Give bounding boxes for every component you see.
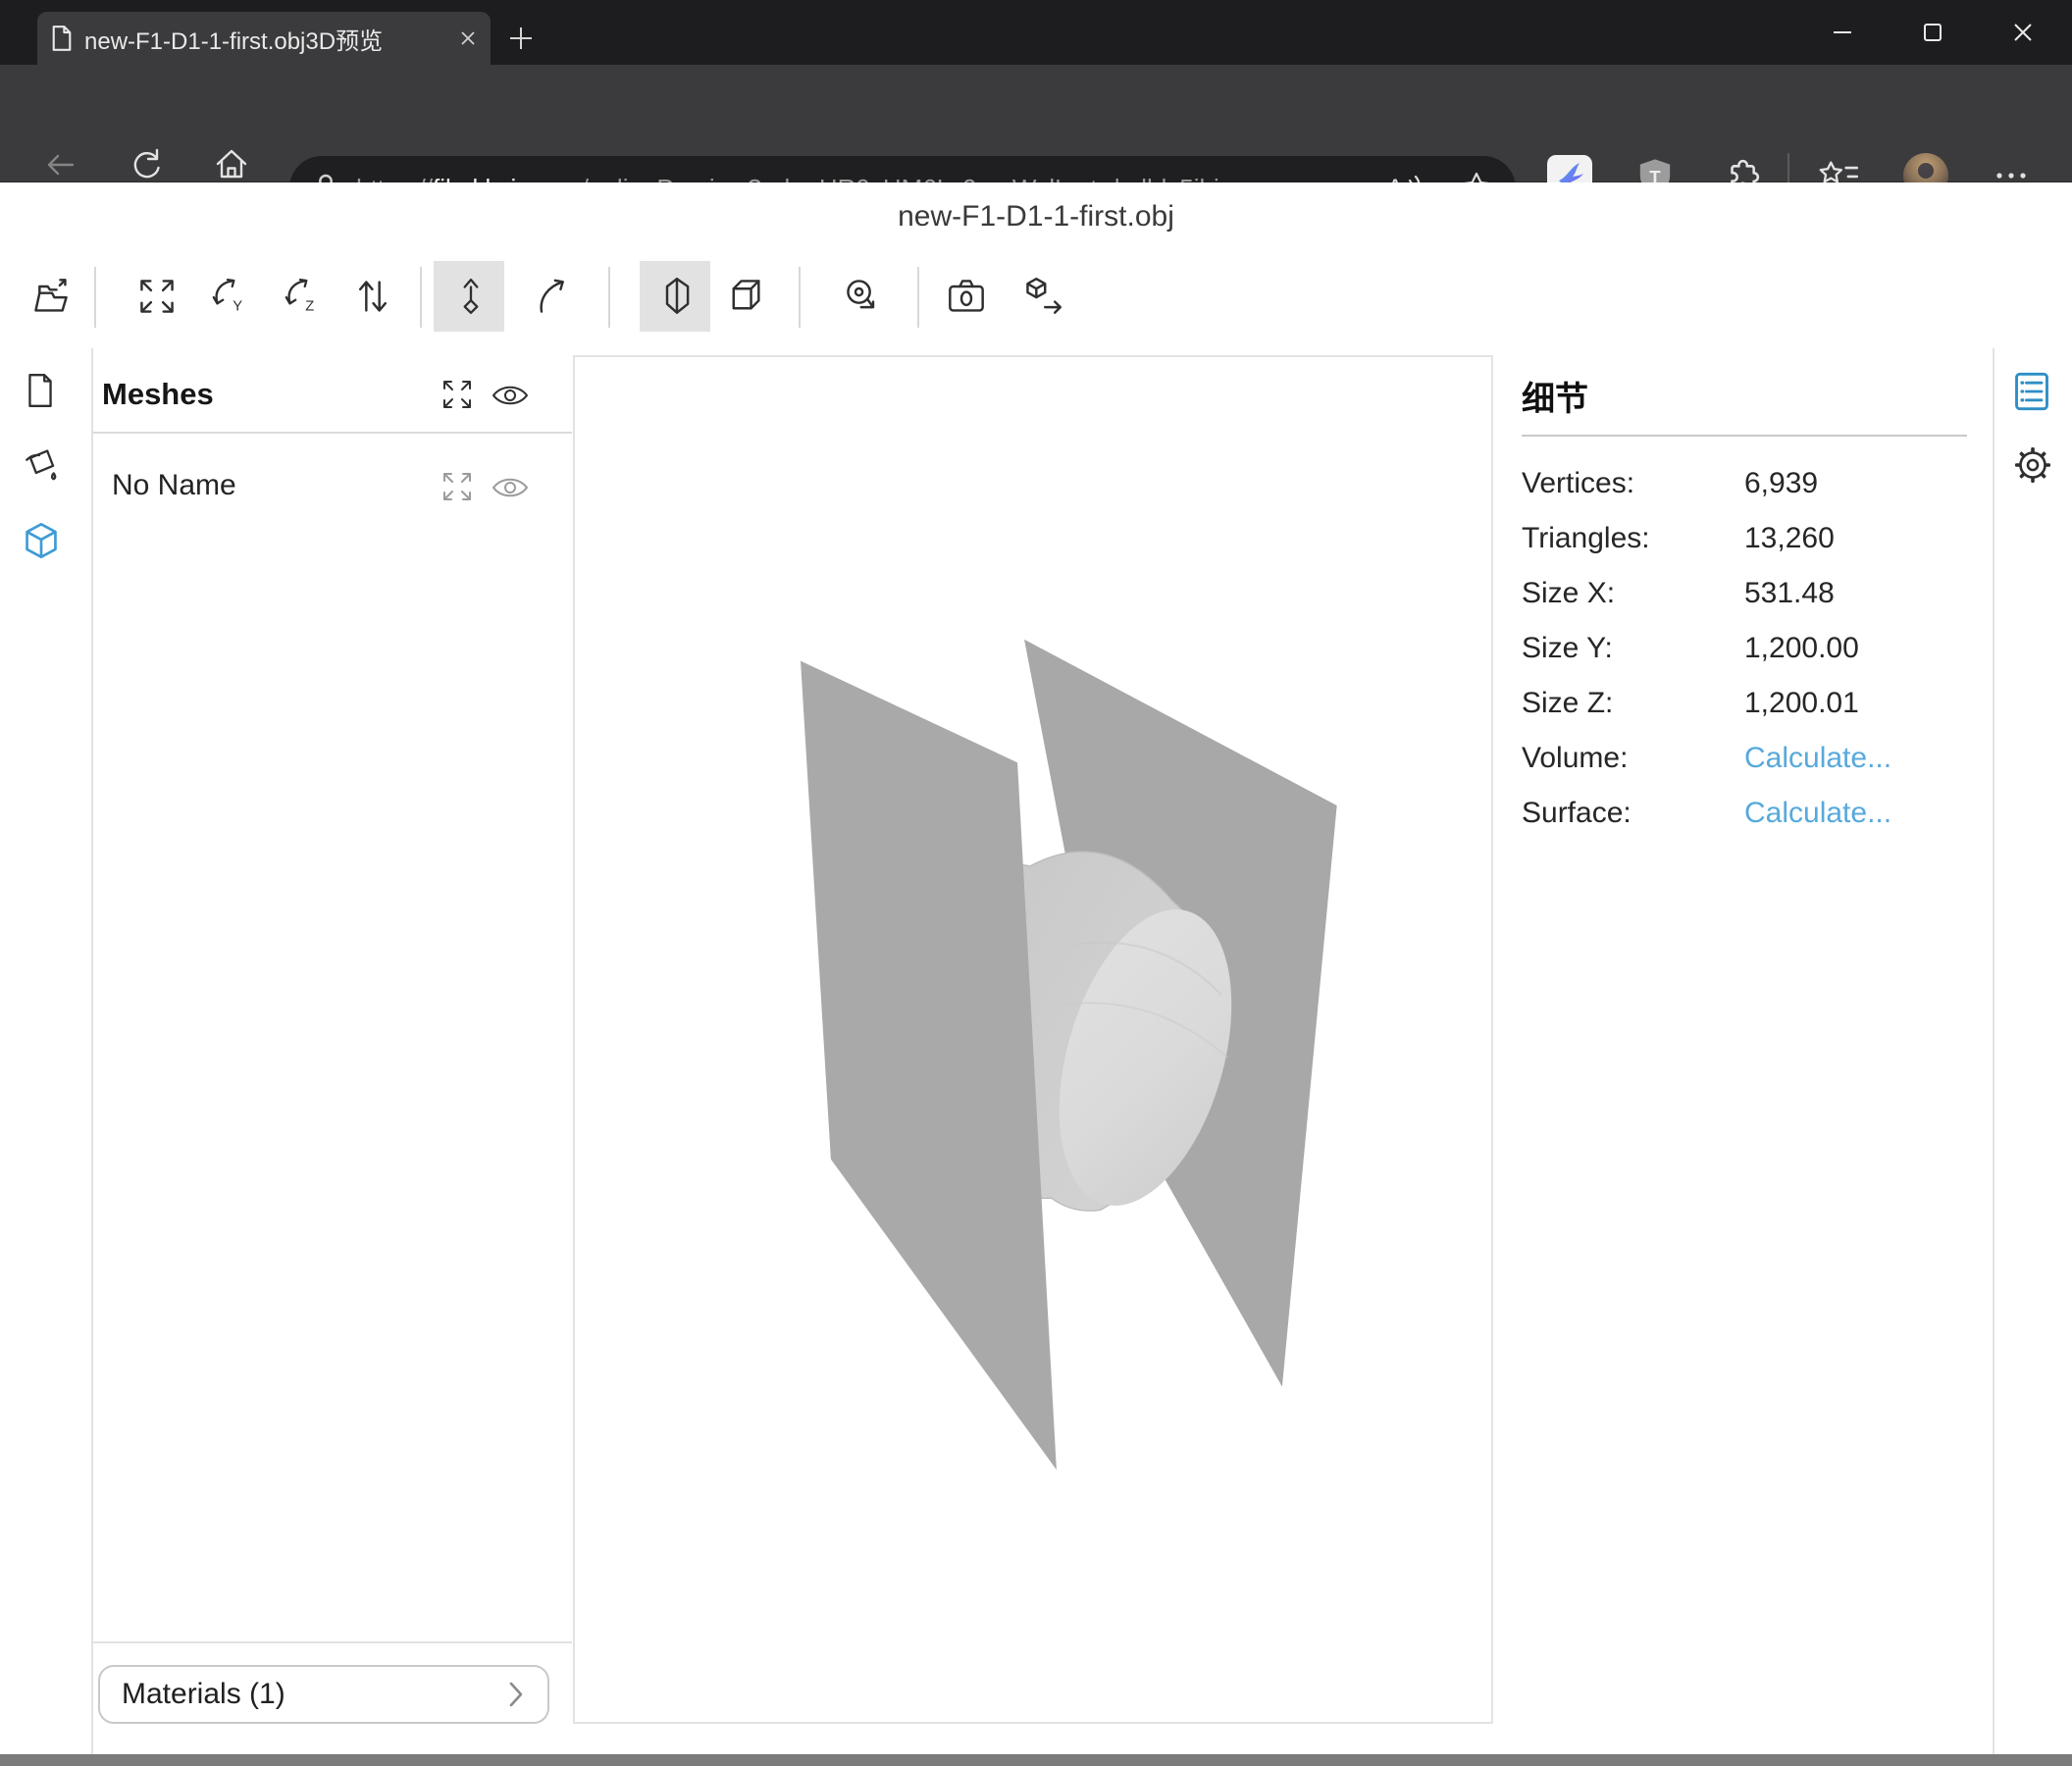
row-value: 13,260 xyxy=(1744,522,1835,555)
toolbar-divider xyxy=(608,267,610,328)
expand-all-icon[interactable] xyxy=(440,378,475,411)
row-label: Vertices: xyxy=(1522,467,1744,500)
calculate-surface-link[interactable]: Calculate... xyxy=(1744,797,1891,830)
row-label: Size X: xyxy=(1522,577,1744,610)
row-label: Surface: xyxy=(1522,797,1744,830)
details-row-volume: Volume: Calculate... xyxy=(1522,731,1983,786)
toolbar-divider xyxy=(799,267,801,328)
toolbar-divider xyxy=(917,267,919,328)
preview-page: new-F1-D1-1-first.obj Y Z xyxy=(0,182,2072,1754)
shaded-view-icon[interactable] xyxy=(655,277,699,316)
rotate-z-icon[interactable]: Z xyxy=(279,277,322,316)
free-rotate-icon[interactable] xyxy=(530,277,573,316)
box-view-icon[interactable] xyxy=(724,277,767,316)
calculate-volume-link[interactable]: Calculate... xyxy=(1744,742,1891,775)
mesh-item-label[interactable]: No Name xyxy=(112,469,236,502)
new-tab-button[interactable] xyxy=(508,26,534,51)
materials-divider xyxy=(92,1641,572,1643)
home-icon[interactable] xyxy=(212,147,251,182)
model-viewport[interactable] xyxy=(573,355,1493,1724)
toolbar-divider xyxy=(420,267,422,328)
row-value: 1,200.01 xyxy=(1744,687,1859,720)
details-header: 细节 xyxy=(1522,372,1588,420)
details-list-icon[interactable] xyxy=(2013,371,2050,412)
details-row-size-x: Size X: 531.48 xyxy=(1522,566,1983,621)
tab-title: new-F1-D1-1-first.obj3D预览 xyxy=(84,22,459,56)
row-value: 1,200.00 xyxy=(1744,632,1859,665)
row-label: Triangles: xyxy=(1522,522,1744,555)
fit-view-icon[interactable] xyxy=(135,277,179,316)
materials-button[interactable]: Materials (1) xyxy=(98,1665,549,1724)
export-model-icon[interactable] xyxy=(1020,277,1065,316)
row-value: 6,939 xyxy=(1744,467,1818,500)
row-label: Volume: xyxy=(1522,742,1744,775)
left-panel-divider xyxy=(91,348,93,1754)
move-vertical-icon[interactable] xyxy=(449,277,492,316)
details-row-triangles: Triangles: 13,260 xyxy=(1522,511,1983,566)
chevron-right-icon xyxy=(506,1680,526,1709)
open-file-icon[interactable] xyxy=(29,277,73,316)
model-cube-icon[interactable] xyxy=(22,521,61,560)
settings-gear-icon[interactable] xyxy=(2013,445,2052,485)
camera-icon[interactable] xyxy=(945,277,988,316)
mesh-visibility-eye-icon[interactable] xyxy=(491,474,530,501)
page-file-icon xyxy=(51,26,73,51)
details-divider xyxy=(1522,435,1967,437)
back-icon[interactable] xyxy=(41,147,80,182)
row-label: Size Z: xyxy=(1522,687,1744,720)
plane-left xyxy=(801,661,1057,1470)
refresh-icon[interactable] xyxy=(126,147,165,182)
browser-tab[interactable]: new-F1-D1-1-first.obj3D预览 xyxy=(37,12,491,65)
meshes-divider xyxy=(92,432,572,434)
flip-vertical-icon[interactable] xyxy=(351,277,394,316)
svg-text:Y: Y xyxy=(233,299,242,315)
details-row-size-y: Size Y: 1,200.00 xyxy=(1522,621,1983,676)
close-button[interactable] xyxy=(1979,0,2067,65)
tab-close-icon[interactable] xyxy=(459,29,477,47)
meshes-header: Meshes xyxy=(102,377,214,412)
details-row-vertices: Vertices: 6,939 xyxy=(1522,456,1983,511)
details-rows: Vertices: 6,939 Triangles: 13,260 Size X… xyxy=(1522,456,1983,841)
measure-icon[interactable] xyxy=(842,277,885,316)
row-label: Size Y: xyxy=(1522,632,1744,665)
minimize-button[interactable] xyxy=(1798,0,1887,65)
mesh-expand-icon[interactable] xyxy=(440,470,475,503)
browser-navbar: https://file.kkview.cn/onlinePreview?url… xyxy=(0,65,2072,182)
rotate-y-icon[interactable]: Y xyxy=(206,277,249,316)
file-panel-icon[interactable] xyxy=(22,372,59,409)
row-value: 531.48 xyxy=(1744,577,1835,610)
details-row-size-z: Size Z: 1,200.01 xyxy=(1522,676,1983,731)
browser-titlebar: new-F1-D1-1-first.obj3D预览 xyxy=(0,0,2072,65)
window-edge-bottom xyxy=(0,1754,2072,1766)
svg-text:Z: Z xyxy=(305,299,314,315)
details-row-surface: Surface: Calculate... xyxy=(1522,786,1983,841)
maximize-button[interactable] xyxy=(1889,0,1977,65)
materials-bucket-icon[interactable] xyxy=(22,446,61,484)
page-title: new-F1-D1-1-first.obj xyxy=(0,200,2072,234)
right-panel-divider xyxy=(1993,348,1994,1754)
visibility-eye-icon[interactable] xyxy=(491,382,530,409)
toolbar-divider xyxy=(94,267,96,328)
materials-button-label: Materials (1) xyxy=(122,1678,506,1711)
model-3d-scene xyxy=(575,357,1491,1722)
